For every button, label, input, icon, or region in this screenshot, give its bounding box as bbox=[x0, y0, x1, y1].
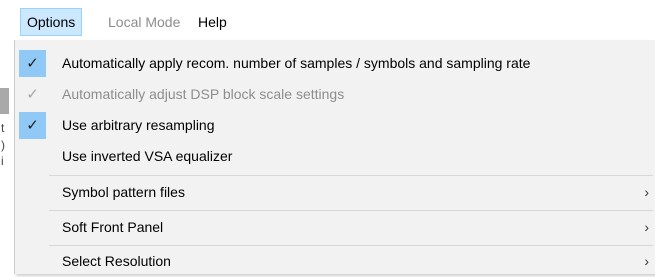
submenu-arrow-icon: › bbox=[644, 184, 649, 200]
menu-separator bbox=[49, 210, 653, 211]
menu-separator bbox=[49, 175, 653, 176]
menu-item-label: Use arbitrary resampling bbox=[62, 117, 215, 133]
menu-item-label: Soft Front Panel bbox=[62, 219, 164, 235]
menu-item-arbitrary-resampling[interactable]: ✓ Use arbitrary resampling bbox=[17, 110, 653, 141]
menu-item-label: Use inverted VSA equalizer bbox=[62, 148, 233, 164]
check-icon: ✓ bbox=[19, 50, 46, 77]
background-text-fragment: t bbox=[1, 121, 5, 135]
background-window-edge: tf t ) i bbox=[0, 40, 14, 274]
menu-item-label: Automatically apply recom. number of sam… bbox=[62, 55, 531, 71]
background-gray-block bbox=[0, 88, 9, 114]
menu-item-inverted-vsa-equalizer[interactable]: Use inverted VSA equalizer bbox=[17, 141, 653, 172]
options-dropdown-menu: ✓ Automatically apply recom. number of s… bbox=[14, 40, 655, 274]
submenu-arrow-icon: › bbox=[644, 253, 649, 269]
menu-bar: Options Local Mode Help bbox=[0, 0, 655, 40]
menu-item-select-resolution[interactable]: Select Resolution › bbox=[17, 246, 653, 277]
menu-item-label: Symbol pattern files bbox=[62, 184, 185, 200]
check-icon: ✓ bbox=[19, 112, 46, 139]
menu-options[interactable]: Options bbox=[20, 8, 83, 36]
menu-item-soft-front-panel[interactable]: Soft Front Panel › bbox=[17, 212, 653, 243]
background-text-fragment: ) bbox=[1, 138, 5, 152]
menu-item-symbol-pattern-files[interactable]: Symbol pattern files › bbox=[17, 177, 653, 208]
menu-item-label: Automatically adjust DSP block scale set… bbox=[62, 86, 345, 102]
menu-item-auto-adjust-dsp: ✓ Automatically adjust DSP block scale s… bbox=[17, 79, 653, 110]
menu-item-auto-apply-samples[interactable]: ✓ Automatically apply recom. number of s… bbox=[17, 48, 653, 79]
menu-item-label: Select Resolution bbox=[62, 253, 171, 269]
menu-help[interactable]: Help bbox=[192, 8, 233, 36]
check-icon: ✓ bbox=[26, 86, 39, 103]
background-text-fragment: i bbox=[1, 154, 4, 168]
menu-local-mode[interactable]: Local Mode bbox=[102, 8, 186, 36]
submenu-arrow-icon: › bbox=[644, 219, 649, 235]
